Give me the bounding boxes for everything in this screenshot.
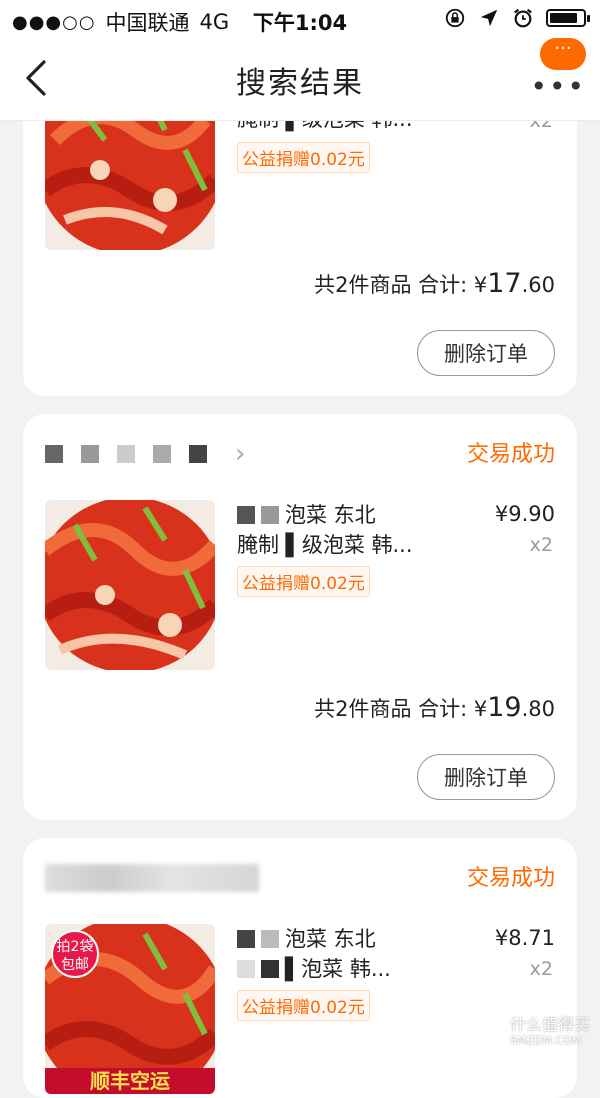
- unit-price: ¥9.90: [494, 502, 555, 526]
- redacted-block: [261, 930, 279, 948]
- status-bar: ●●●○○ 中国联通 4G 下午1:04: [0, 0, 600, 40]
- delete-order-button[interactable]: 删除订单: [417, 330, 555, 376]
- page-title: 搜索结果: [236, 66, 364, 101]
- watermark-title: 什么值得买: [509, 1015, 590, 1034]
- product-image[interactable]: [45, 500, 215, 670]
- summary-prefix: 共2件商品 合计: ¥: [314, 697, 488, 721]
- redacted-block: [189, 445, 207, 463]
- order-status: 交易成功: [466, 442, 555, 467]
- total-decimal: .60: [521, 273, 555, 297]
- charity-tag: 公益捐赠0.02元: [237, 566, 370, 597]
- redacted-block: [117, 445, 135, 463]
- redacted-block: [237, 506, 255, 524]
- unit-price: ¥8.71: [494, 926, 555, 950]
- product-name-line2-text: ▌泡菜 韩...: [285, 957, 391, 981]
- order-card[interactable]: › 交易成功 泡菜 东北 腌制 ▌级泡菜 韩... ¥9.90 x2 公益捐赠0…: [23, 414, 577, 820]
- battery-icon: [546, 9, 590, 27]
- watermark-text: 什么值得买 SMZDM.COM: [510, 1017, 590, 1049]
- product-name-line2: ▌泡菜 韩...: [237, 954, 487, 984]
- delete-order-button[interactable]: 删除订单: [417, 754, 555, 800]
- chevron-right-icon[interactable]: ›: [235, 439, 245, 469]
- more-bubble[interactable]: ···: [540, 38, 586, 70]
- alarm-icon: [514, 8, 532, 28]
- product-name-line1: 泡菜 东北: [237, 500, 487, 530]
- quantity: x2: [529, 534, 553, 556]
- watermark: 什么值得买 SMZDM.COM: [467, 1015, 590, 1051]
- redacted-block: [237, 960, 255, 978]
- total-integer: 17: [487, 268, 522, 299]
- total-decimal: .80: [521, 697, 555, 721]
- redacted-block: [45, 445, 63, 463]
- location-arrow-icon: [480, 9, 498, 27]
- promo-banner: 顺丰空运: [45, 1068, 215, 1094]
- promo-badge: 拍2袋 包邮: [51, 930, 99, 978]
- order-status: 交易成功: [466, 866, 555, 891]
- product-name-line1-text: 泡菜 东北: [285, 927, 376, 951]
- product-image[interactable]: 拍2袋 包邮 顺丰空运: [45, 924, 215, 1094]
- total-integer: 19: [487, 692, 522, 723]
- product-name-line2: 腌制 ▌级泡菜 韩...: [237, 533, 413, 557]
- shop-name[interactable]: [45, 860, 259, 896]
- summary-prefix: 共2件商品 合计: ¥: [314, 273, 488, 297]
- product-name-line1: 泡菜 东北: [237, 924, 487, 954]
- shop-name[interactable]: ›: [45, 436, 245, 472]
- redacted-block: [261, 960, 279, 978]
- watermark-logo-icon: [467, 1015, 504, 1051]
- product-name-line1-text: 泡菜 东北: [285, 503, 376, 527]
- charity-tag: 公益捐赠0.02元: [237, 990, 370, 1021]
- battery-fill: [550, 13, 577, 23]
- redacted-block: [81, 445, 99, 463]
- product-name[interactable]: 泡菜 东北 ▌泡菜 韩...: [237, 924, 487, 984]
- lock-rotation-icon: [445, 8, 465, 28]
- order-summary: 共2件商品 合计: ¥17.60: [314, 268, 555, 299]
- navigation-bar: 搜索结果 ··· •••: [0, 38, 600, 121]
- order-card[interactable]: 交易成功 拍2袋 包邮 顺丰空运 泡菜 东北 ▌泡菜 韩... ¥8.71 x2…: [23, 838, 577, 1098]
- order-summary: 共2件商品 合计: ¥19.80: [314, 692, 555, 723]
- redacted-block: [237, 930, 255, 948]
- redacted-block: [261, 506, 279, 524]
- charity-tag: 公益捐赠0.02元: [237, 142, 370, 173]
- watermark-subtitle: SMZDM.COM: [509, 1034, 582, 1047]
- status-right: [444, 7, 590, 29]
- redacted-shop-name: [45, 864, 259, 892]
- quantity: x2: [529, 958, 553, 980]
- more-icon[interactable]: •••: [530, 70, 586, 103]
- product-name[interactable]: 泡菜 东北 腌制 ▌级泡菜 韩...: [237, 500, 487, 560]
- redacted-block: [153, 445, 171, 463]
- kimchi-image: [45, 500, 215, 670]
